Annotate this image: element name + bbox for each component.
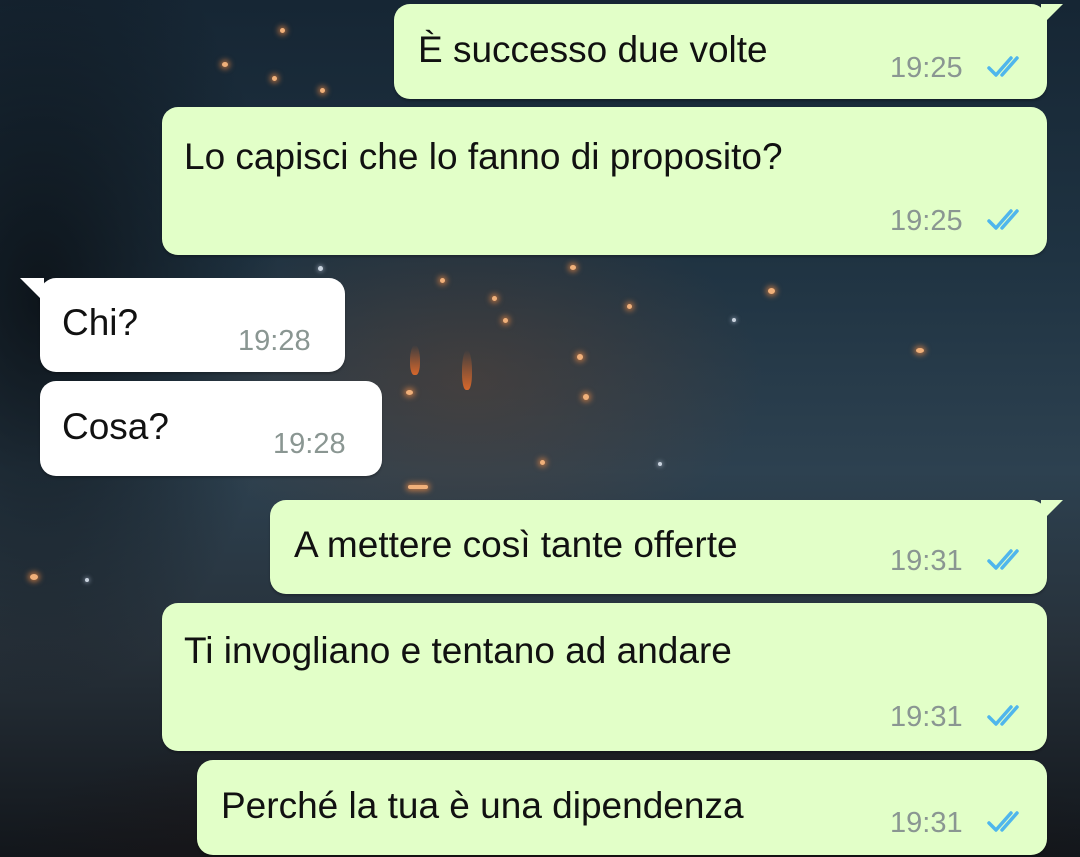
ember-spark	[492, 296, 497, 301]
ember-spark	[577, 354, 583, 360]
ember-spark	[732, 318, 736, 322]
message-bubble-incoming[interactable]: Cosa? 19:28	[40, 381, 382, 476]
ember-spark	[222, 62, 228, 67]
ember-spark	[85, 578, 89, 582]
message-bubble-outgoing[interactable]: Ti invogliano e tentano ad andare 19:31	[162, 603, 1047, 751]
ember-spark	[408, 485, 428, 489]
message-timestamp: 19:31	[890, 701, 963, 733]
ember-flame	[462, 350, 472, 390]
message-bubble-outgoing[interactable]: È successo due volte 19:25	[394, 4, 1063, 99]
message-text: Lo capisci che lo fanno di proposito?	[184, 136, 783, 177]
message-text: Chi?	[62, 302, 139, 343]
message-timestamp: 19:25	[890, 205, 963, 237]
ember-spark	[658, 462, 662, 466]
message-timestamp: 19:28	[273, 428, 346, 460]
ember-spark	[30, 574, 38, 580]
ember-spark	[318, 266, 323, 271]
message-text: È successo due volte	[418, 29, 768, 70]
double-check-icon	[987, 705, 1019, 726]
message-text: Perché la tua è una dipendenza	[221, 785, 744, 826]
ember-spark	[768, 288, 775, 294]
bubble-tail	[1041, 4, 1063, 26]
bubble-tail	[20, 278, 44, 302]
double-check-icon	[987, 209, 1019, 230]
ember-spark	[916, 348, 924, 353]
double-check-icon	[987, 56, 1019, 77]
message-timestamp: 19:31	[890, 545, 963, 577]
ember-spark	[583, 394, 589, 400]
ember-spark	[540, 460, 545, 465]
ember-spark	[503, 318, 508, 323]
double-check-icon	[987, 811, 1019, 832]
message-text: A mettere così tante offerte	[294, 524, 738, 565]
ember-spark	[440, 278, 445, 283]
message-timestamp: 19:28	[238, 325, 311, 357]
ember-flame	[410, 345, 420, 375]
ember-spark	[280, 28, 285, 33]
ember-spark	[570, 265, 576, 270]
message-text: Cosa?	[62, 406, 169, 447]
message-bubble-outgoing[interactable]: A mettere così tante offerte 19:31	[270, 500, 1063, 594]
ember-spark	[406, 390, 413, 395]
double-check-icon	[987, 549, 1019, 570]
message-timestamp: 19:25	[890, 52, 963, 84]
message-text: Ti invogliano e tentano ad andare	[184, 630, 732, 671]
ember-spark	[272, 76, 277, 81]
message-bubble-incoming[interactable]: Chi? 19:28	[20, 278, 345, 372]
ember-spark	[627, 304, 632, 309]
bubble-tail	[1041, 500, 1063, 522]
message-timestamp: 19:31	[890, 807, 963, 839]
message-bubble-outgoing[interactable]: Lo capisci che lo fanno di proposito? 19…	[162, 107, 1047, 255]
message-bubble-outgoing[interactable]: Perché la tua è una dipendenza 19:31	[197, 760, 1047, 855]
ember-spark	[320, 88, 325, 93]
